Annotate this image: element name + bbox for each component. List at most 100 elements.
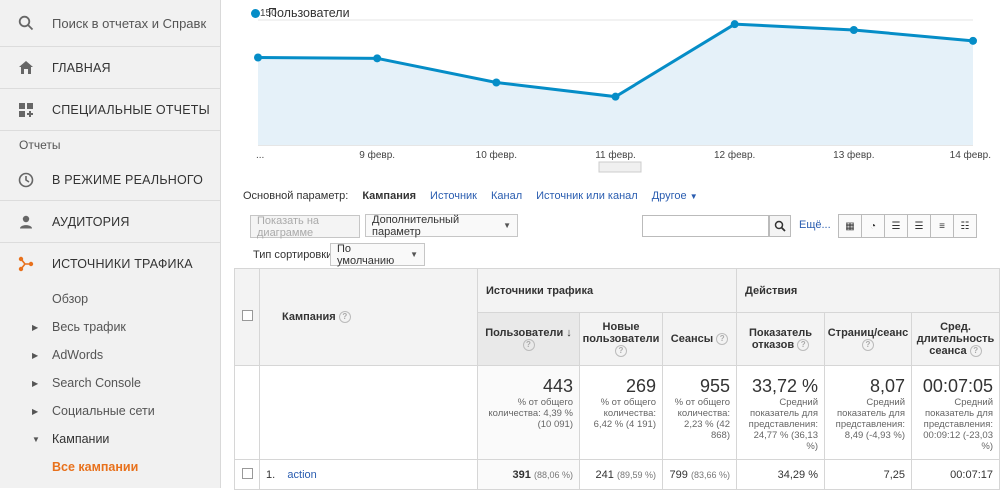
data-point: [969, 36, 977, 45]
row-new-users-pct: (89,59 %): [616, 469, 656, 480]
total-users: 443: [542, 376, 573, 396]
header-new-users[interactable]: Новые пользователи?: [579, 312, 663, 366]
new-users-cell: 241 (89,59 %): [579, 459, 663, 490]
plot-rows-button[interactable]: Показать на диаграмме: [250, 214, 360, 239]
table-search-input[interactable]: [642, 215, 769, 237]
row-sessions: 799: [669, 468, 688, 481]
header-users[interactable]: Пользователи ↓?: [477, 312, 580, 366]
sub-all-traffic-label: Весь трафик: [52, 320, 126, 334]
row-users: 391: [512, 468, 531, 481]
totals-row: 443% от общего количества: 4,39 % (10 09…: [234, 365, 1000, 460]
sort-type-label: Тип сортировки:: [253, 249, 336, 261]
dim-other-dropdown[interactable]: Другое ▼: [652, 190, 698, 202]
chevron-down-icon: ▼: [689, 192, 698, 201]
advanced-link[interactable]: Ещё...: [799, 219, 831, 231]
x-tick-label: 14 февр.: [950, 149, 991, 161]
plot-rows-label: Показать на диаграмме: [257, 214, 320, 239]
person-icon: [0, 215, 52, 229]
help-icon[interactable]: ?: [615, 345, 627, 358]
help-icon[interactable]: ?: [862, 339, 874, 352]
campaign-link[interactable]: action: [287, 469, 316, 481]
nav-custom-reports-label: СПЕЦИАЛЬНЫЕ ОТЧЕТЫ: [52, 102, 210, 117]
header-pages-per-session[interactable]: Страниц/сеанс?: [824, 312, 912, 366]
nav-acquisition-label: ИСТОЧНИКИ ТРАФИКА: [52, 257, 193, 271]
reports-heading: Отчеты: [19, 138, 61, 152]
dim-other-label: Другое: [651, 190, 687, 202]
sub-overview[interactable]: Обзор: [0, 285, 220, 313]
header-users-label: Пользователи: [485, 326, 564, 339]
duration-cell: 00:07:17: [911, 459, 1000, 490]
data-point: [254, 53, 262, 62]
sub-campaigns-label: Кампании: [52, 432, 110, 446]
nav-custom-reports[interactable]: СПЕЦИАЛЬНЫЕ ОТЧЕТЫ: [0, 89, 220, 131]
sub-social-label: Социальные сети: [52, 404, 155, 418]
row-checkbox[interactable]: [241, 467, 253, 479]
header-duration-label: Сред. длительность сеанса: [916, 320, 995, 357]
sub-adwords[interactable]: ▶ AdWords: [0, 341, 220, 369]
total-sessions-cell: 955% от общего количества: 2,23 % (42 86…: [662, 365, 737, 460]
sidebar: Поиск в отчетах и Справк ГЛАВНАЯ СПЕЦИАЛ…: [0, 0, 221, 488]
dim-source-link[interactable]: Источник: [430, 190, 477, 202]
chart-resize-handle: [598, 161, 642, 173]
comparison-view-icon[interactable]: ☰: [907, 214, 931, 238]
table-view-icon[interactable]: ▦: [838, 214, 862, 238]
help-icon[interactable]: ?: [716, 333, 729, 346]
total-duration-cell: 00:07:05 Средний показатель для представл…: [911, 365, 1000, 460]
term-cloud-view-icon[interactable]: ≡: [930, 214, 954, 238]
help-icon[interactable]: ?: [338, 311, 351, 324]
main-content: Пользователи 15075...9 февр.10 февр.11 ф…: [221, 0, 1000, 490]
secondary-dimension-dropdown[interactable]: Дополнительный параметр ▼: [365, 214, 518, 238]
sub-campaigns[interactable]: ▼ Кампании: [0, 425, 220, 453]
sub-social[interactable]: ▶ Социальные сети: [0, 397, 220, 425]
totals-empty-cell: [259, 365, 478, 460]
expand-icon: ▶: [32, 322, 39, 332]
row-new-users: 241: [595, 468, 614, 481]
header-campaign[interactable]: Кампания ?: [259, 268, 478, 366]
total-bounce: 33,72 %: [751, 376, 818, 396]
header-sessions[interactable]: Сеансы ?: [662, 312, 737, 366]
select-all-checkbox[interactable]: [241, 310, 253, 321]
header-avg-duration[interactable]: Сред. длительность сеанса ?: [911, 312, 1000, 366]
sort-type-dropdown[interactable]: По умолчанию ▼: [330, 243, 425, 267]
total-pages-note: Средний показатель для представления: 8,…: [835, 397, 905, 441]
total-bounce-cell: 33,72 % Средний показатель для представле…: [736, 365, 825, 460]
nav-audience[interactable]: АУДИТОРИЯ: [0, 201, 220, 243]
sub-search-console-label: Search Console: [52, 376, 141, 390]
sort-arrow-down-icon: ↓: [566, 326, 572, 339]
total-pages: 8,07: [869, 376, 905, 396]
pie-view-icon[interactable]: ◔: [861, 214, 885, 238]
sub-search-console[interactable]: ▶ Search Console: [0, 369, 220, 397]
total-new-users-note: % от общего количества: 6,42 % (4 191): [593, 397, 656, 430]
data-table: Кампания ? Источники трафика Действия По…: [234, 268, 1000, 490]
chart-svg: 15075...9 февр.10 февр.11 февр.12 февр.1…: [254, 8, 991, 173]
bar-view-icon[interactable]: ☰: [884, 214, 908, 238]
dashboard-add-icon: [0, 102, 52, 118]
total-pages-cell: 8,07 Средний показатель для представления…: [824, 365, 912, 460]
expand-icon: ▶: [32, 378, 39, 388]
pivot-view-icon[interactable]: ☷: [953, 214, 977, 238]
help-icon[interactable]: ?: [969, 345, 982, 358]
sub-all-traffic[interactable]: ▶ Весь трафик: [0, 313, 220, 341]
x-tick-label: 10 февр.: [476, 149, 517, 161]
total-users-cell: 443% от общего количества: 4,39 % (10 09…: [477, 365, 580, 460]
dim-medium-link[interactable]: Канал: [491, 190, 522, 202]
collapse-icon: ▼: [32, 434, 40, 444]
total-sessions-note: % от общего количества: 2,23 % (42 868): [674, 397, 730, 441]
sidebar-search[interactable]: Поиск в отчетах и Справк: [0, 0, 220, 47]
help-icon[interactable]: ?: [797, 339, 810, 352]
x-tick-label: 9 февр.: [359, 149, 395, 161]
expand-icon: ▶: [32, 350, 39, 360]
nav-home[interactable]: ГЛАВНАЯ: [0, 47, 220, 89]
row-users-pct: (88,06 %): [533, 469, 573, 480]
sub-all-campaigns[interactable]: Все кампании: [0, 453, 220, 481]
chevron-down-icon: ▼: [410, 250, 418, 259]
nav-realtime[interactable]: В РЕЖИМЕ РЕАЛЬНОГО: [0, 159, 220, 201]
row-sessions-pct: (83,66 %): [690, 469, 730, 480]
dim-source-medium-link[interactable]: Источник или канал: [536, 190, 638, 202]
header-bounce-rate[interactable]: Показатель отказов ?: [736, 312, 825, 366]
sub-adwords-label: AdWords: [52, 348, 104, 362]
help-icon[interactable]: ?: [522, 339, 535, 352]
table-search-button[interactable]: [769, 215, 791, 237]
bounce-cell: 34,29 %: [736, 459, 825, 490]
nav-acquisition[interactable]: ИСТОЧНИКИ ТРАФИКА: [0, 243, 220, 285]
